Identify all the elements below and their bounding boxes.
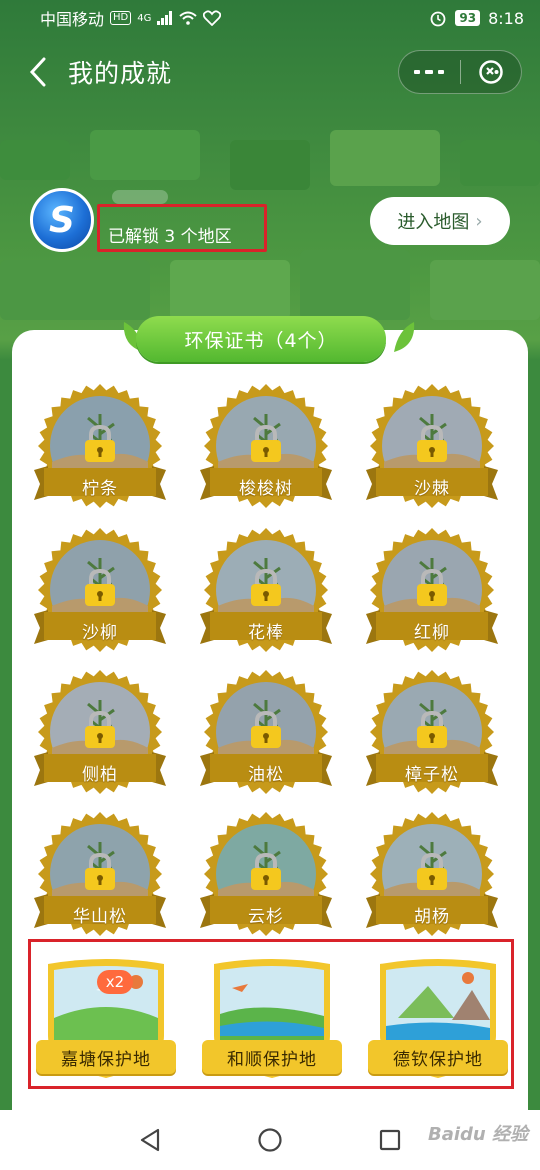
certificate-badge[interactable]: 油松	[196, 670, 336, 806]
lock-icon	[85, 424, 115, 462]
section-title-ribbon: 环保证书（4个）	[136, 316, 386, 362]
section-title: 环保证书（4个）	[184, 329, 338, 352]
close-target-icon	[479, 60, 503, 84]
page-title: 我的成就	[68, 59, 173, 88]
lock-icon	[85, 852, 115, 890]
lock-icon	[417, 710, 447, 748]
certificate-badge-label: 花棒	[248, 623, 284, 643]
system-home-button[interactable]	[250, 1120, 290, 1160]
hd-badge: HD	[110, 11, 132, 25]
more-button[interactable]	[399, 51, 460, 93]
certificate-badge[interactable]: 侧柏	[30, 670, 170, 806]
network-type: 4G	[137, 12, 152, 24]
square-recents-icon	[379, 1129, 401, 1151]
certificate-badge-label: 华山松	[73, 907, 127, 927]
more-dots-icon	[414, 70, 445, 74]
avatar: S	[30, 188, 94, 252]
certificate-badge[interactable]: 红柳	[362, 528, 502, 664]
lock-icon	[251, 852, 281, 890]
certificate-badge-label: 梭梭树	[239, 479, 293, 499]
mini-program-capsule	[398, 50, 522, 94]
certificate-badge-label: 红柳	[414, 623, 450, 643]
certificate-badge[interactable]: 花棒	[196, 528, 336, 664]
system-recents-button[interactable]	[370, 1120, 410, 1160]
alarm-icon	[430, 11, 446, 27]
reserve-badge-label: 嘉塘保护地	[36, 1040, 176, 1074]
back-button[interactable]	[14, 48, 62, 96]
enter-map-label: 进入地图	[397, 212, 470, 233]
certificate-badge[interactable]: 樟子松	[362, 670, 502, 806]
certificate-badge[interactable]: 沙柳	[30, 528, 170, 664]
avatar-logo: S	[49, 199, 75, 241]
count-badge: x2	[97, 970, 133, 994]
lock-icon	[85, 568, 115, 606]
lock-icon	[251, 568, 281, 606]
certificate-badge-label: 油松	[248, 765, 284, 785]
chevron-left-icon	[29, 57, 46, 87]
certificate-badge-label: 沙棘	[414, 479, 450, 499]
reserve-badge[interactable]: 德钦保护地	[368, 956, 508, 1086]
certificate-badge-label: 樟子松	[405, 765, 459, 785]
certificate-badge[interactable]: 胡杨	[362, 812, 502, 948]
certificate-badge[interactable]: 云杉	[196, 812, 336, 948]
leaf-right-icon	[394, 322, 415, 352]
wifi-icon	[179, 11, 198, 25]
certificate-badge-label: 沙柳	[82, 623, 118, 643]
baidu-watermark-logo: Baidu 经验	[427, 1124, 528, 1145]
certificate-badge-label: 胡杨	[414, 907, 450, 927]
chevron-right-icon: ›	[475, 210, 483, 232]
reserve-badge[interactable]: 和顺保护地	[202, 956, 342, 1086]
system-back-button[interactable]	[130, 1120, 170, 1160]
lock-icon	[251, 710, 281, 748]
battery-level: 93	[455, 10, 481, 26]
lock-icon	[417, 852, 447, 890]
lock-icon	[417, 568, 447, 606]
close-button[interactable]	[461, 51, 522, 93]
circle-home-icon	[258, 1128, 282, 1152]
certificate-badge-label: 柠条	[82, 479, 118, 499]
reserve-badge-label: 和顺保护地	[202, 1040, 342, 1074]
certificate-badge[interactable]: 梭梭树	[196, 384, 336, 520]
annotation-highlight-box	[97, 204, 267, 252]
clock: 8:18	[488, 8, 524, 28]
health-icon	[203, 10, 222, 26]
certificate-badge-label: 侧柏	[82, 765, 118, 785]
status-bar: 中国移动 HD 4G 93 8:18	[0, 0, 540, 36]
reserve-badge-label: 德钦保护地	[368, 1040, 508, 1074]
certificate-badge[interactable]: 柠条	[30, 384, 170, 520]
enter-map-button[interactable]: 进入地图 ›	[370, 197, 510, 245]
lock-icon	[85, 710, 115, 748]
certificate-badge[interactable]: 华山松	[30, 812, 170, 948]
certificate-badge-label: 云杉	[248, 907, 284, 927]
navigation-bar: 我的成就	[0, 40, 540, 104]
signal-icon	[157, 11, 173, 25]
triangle-back-icon	[140, 1128, 160, 1152]
user-name-placeholder	[112, 190, 168, 204]
lock-icon	[251, 424, 281, 462]
lock-icon	[417, 424, 447, 462]
carrier-label: 中国移动	[40, 10, 105, 29]
certificate-badge[interactable]: 沙棘	[362, 384, 502, 520]
